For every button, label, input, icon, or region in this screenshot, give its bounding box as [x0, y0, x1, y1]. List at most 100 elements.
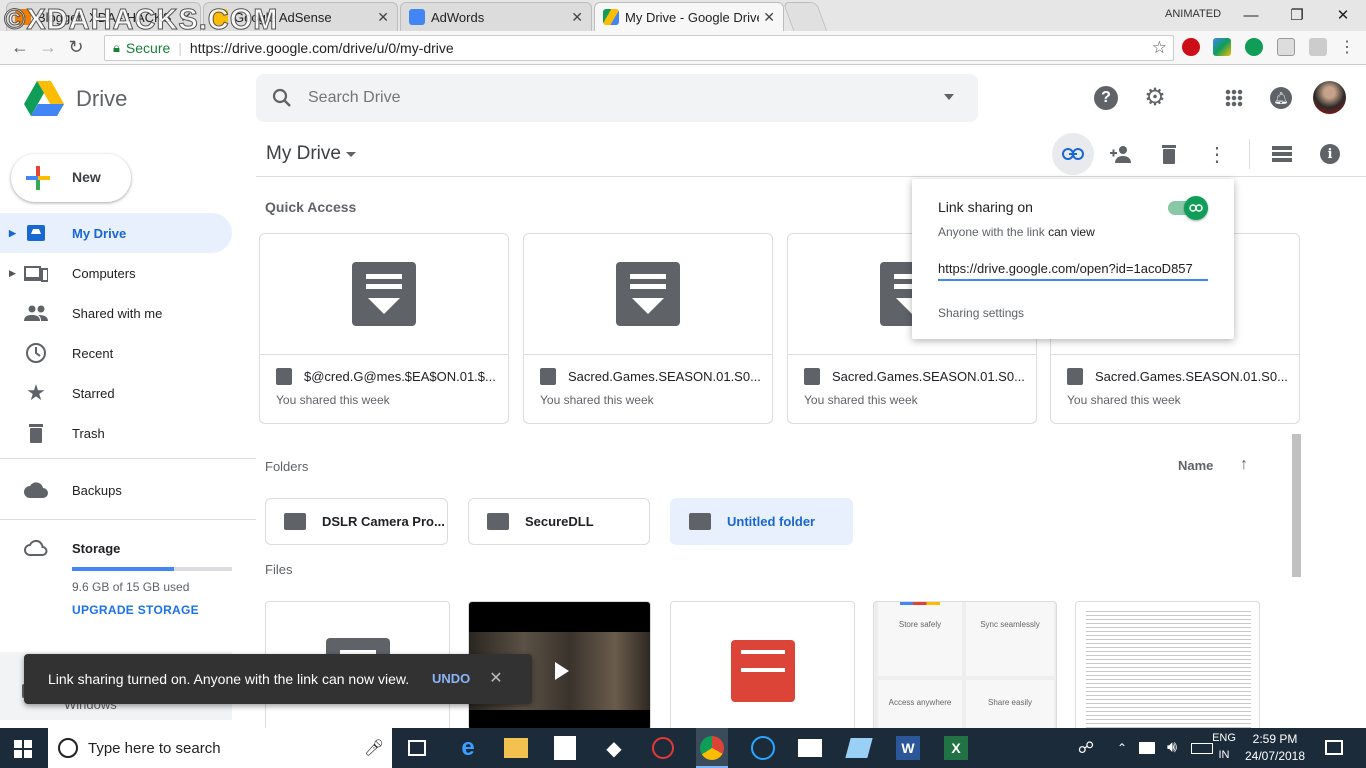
new-button[interactable]: New	[11, 154, 131, 202]
taskbar-search-box[interactable]: Type here to search 🎤︎	[48, 728, 392, 768]
scrollbar-thumb[interactable]	[1292, 434, 1301, 577]
browser-tab-active[interactable]: My Drive - Google Drive ✕	[594, 2, 784, 31]
sidebar-item-storage[interactable]: Storage	[0, 528, 232, 568]
forward-icon[interactable]: →	[36, 35, 60, 59]
more-options-icon[interactable]: ⋮	[1204, 141, 1230, 167]
extension-icon[interactable]	[1277, 38, 1295, 56]
get-link-icon[interactable]	[1060, 141, 1086, 167]
clock-time[interactable]: 2:59 PM	[1240, 732, 1310, 746]
drive-logo[interactable]	[24, 81, 64, 117]
dropbox-icon[interactable]: ◆	[602, 736, 626, 760]
volume-icon[interactable]: 🔊︎	[1162, 738, 1182, 758]
store-icon[interactable]	[554, 736, 576, 760]
app-icon[interactable]	[845, 738, 873, 758]
upgrade-storage-link[interactable]: UPGRADE STORAGE	[72, 603, 199, 617]
folder-item[interactable]: DSLR Camera Pro...	[265, 498, 448, 545]
sidebar-item-computers[interactable]: ▶ Computers	[0, 253, 232, 293]
search-options-icon[interactable]	[944, 94, 954, 100]
app-icon[interactable]	[751, 736, 775, 760]
close-icon[interactable]: ✕	[486, 668, 506, 688]
sidebar-item-backups[interactable]: Backups	[0, 470, 232, 510]
task-view-icon[interactable]	[408, 740, 426, 756]
search-icon[interactable]	[270, 86, 294, 110]
bookmark-star-icon[interactable]: ☆	[1152, 38, 1167, 58]
info-icon[interactable]: i	[1320, 144, 1340, 164]
region-code[interactable]: IN	[1212, 749, 1236, 761]
sort-arrow-up-icon[interactable]: ↑	[1234, 455, 1254, 475]
avatar[interactable]	[1313, 81, 1346, 114]
expand-arrow-icon[interactable]: ▶	[9, 228, 16, 239]
maximize-button[interactable]: ❐	[1274, 0, 1320, 30]
sidebar-item-starred[interactable]: ★ Starred	[0, 373, 232, 413]
action-center-icon[interactable]	[1325, 740, 1343, 755]
trash-icon[interactable]	[1156, 141, 1182, 167]
windows-start-icon[interactable]	[14, 740, 32, 758]
language-code[interactable]: ENG	[1212, 732, 1236, 744]
close-window-button[interactable]: ✕	[1320, 0, 1366, 30]
expand-arrow-icon[interactable]: ▶	[9, 268, 16, 279]
sidebar-item-my-drive[interactable]: ▶ My Drive	[0, 213, 232, 253]
sidebar-item-recent[interactable]: Recent	[0, 333, 232, 373]
pdf-tile-title: Store safely	[898, 620, 942, 629]
show-hidden-icons[interactable]: ⌃	[1114, 738, 1130, 758]
help-icon[interactable]: ?	[1094, 86, 1118, 110]
extension-icon[interactable]	[1309, 38, 1327, 56]
word-icon[interactable]: W	[896, 736, 920, 760]
close-tab-icon[interactable]: ✕	[377, 9, 389, 26]
file-card[interactable]	[670, 601, 855, 731]
new-tab-button[interactable]	[782, 2, 828, 31]
mail-icon[interactable]	[798, 739, 822, 757]
share-person-icon[interactable]	[1108, 141, 1134, 167]
extension-icon[interactable]	[1245, 38, 1263, 56]
close-tab-icon[interactable]: ✕	[571, 9, 583, 26]
minimize-button[interactable]: —	[1228, 0, 1274, 30]
undo-button[interactable]: UNDO	[432, 671, 470, 686]
file-activity: You shared this week	[804, 393, 918, 407]
clock-date[interactable]: 24/07/2018	[1240, 749, 1310, 763]
extension-icon[interactable]	[1213, 38, 1231, 56]
play-icon[interactable]	[555, 662, 569, 680]
shared-folder-icon	[689, 513, 711, 530]
text-file-card[interactable]	[1075, 601, 1260, 731]
pdf-file-card[interactable]: Store safely Sync seamlessly Access anyw…	[873, 601, 1057, 731]
link-sharing-title: Link sharing on	[938, 199, 1033, 215]
sidebar-item-label: Computers	[72, 265, 136, 281]
link-sharing-toggle[interactable]	[1168, 196, 1208, 220]
file-explorer-icon[interactable]	[504, 738, 528, 758]
sort-by-name[interactable]: Name	[1178, 458, 1213, 473]
document-icon	[804, 368, 820, 385]
sharing-settings-link[interactable]: Sharing settings	[938, 306, 1024, 320]
folder-item[interactable]: SecureDLL	[468, 498, 650, 545]
location-title[interactable]: My Drive	[266, 143, 341, 165]
list-view-icon[interactable]	[1269, 141, 1295, 167]
quick-access-card[interactable]: Sacred.Games.SEASON.01.S0... You shared …	[523, 233, 773, 424]
app-icon[interactable]	[652, 737, 674, 759]
browser-tab[interactable]: AdWords ✕	[400, 2, 592, 31]
settings-gear-icon[interactable]: ⚙	[1142, 84, 1168, 111]
excel-icon[interactable]: X	[944, 736, 968, 760]
address-bar[interactable]: 🔒︎ Secure | https://drive.google.com/dri…	[104, 35, 1174, 61]
reload-icon[interactable]: ↻	[64, 35, 88, 59]
share-link-field[interactable]	[938, 257, 1208, 281]
cloud-outline-icon	[24, 536, 48, 560]
quick-access-card[interactable]: $@cred.G@mes.$EA$ON.01.$... You shared t…	[259, 233, 509, 424]
back-icon[interactable]: ←	[8, 35, 32, 59]
battery-icon[interactable]	[1191, 743, 1213, 754]
microphone-icon[interactable]: 🎤︎	[364, 738, 384, 758]
notifications-icon[interactable]: 🔔︎	[1270, 87, 1292, 109]
network-icon[interactable]	[1139, 742, 1155, 754]
opera-extension-icon[interactable]	[1182, 38, 1200, 56]
sidebar-item-shared[interactable]: Shared with me	[0, 293, 232, 333]
link-role-dropdown[interactable]: can view	[1048, 225, 1095, 239]
apps-grid-icon[interactable]	[1225, 89, 1243, 107]
search-bar[interactable]	[256, 74, 978, 122]
people-icon[interactable]: ☍	[1076, 738, 1096, 758]
search-input[interactable]	[308, 86, 908, 110]
edge-icon[interactable]: e	[456, 734, 480, 761]
sidebar-item-trash[interactable]: Trash	[0, 413, 232, 453]
folder-item-selected[interactable]: Untitled folder	[670, 498, 853, 545]
url-text[interactable]: https://drive.google.com/drive/u/0/my-dr…	[190, 40, 454, 56]
chrome-menu-icon[interactable]: ⋮	[1338, 38, 1356, 56]
close-tab-icon[interactable]: ✕	[763, 9, 775, 26]
location-dropdown-icon[interactable]	[346, 152, 356, 157]
